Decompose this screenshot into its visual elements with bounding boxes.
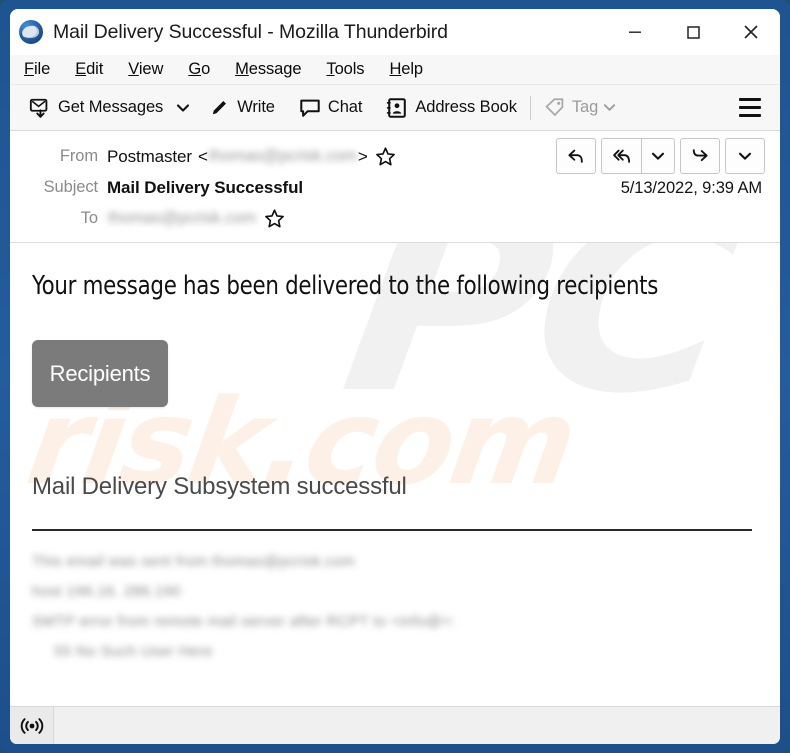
get-messages-dropdown[interactable] — [170, 91, 196, 125]
footer-line: 55 No Such User Here — [54, 643, 213, 660]
menu-view[interactable]: View — [128, 60, 163, 79]
forward-icon — [692, 149, 708, 162]
subject-value: Mail Delivery Successful — [107, 177, 304, 197]
reply-all-button[interactable] — [601, 138, 641, 174]
chat-bubble-icon — [299, 97, 321, 119]
status-bar — [10, 706, 780, 744]
from-display-name: Postmaster — [107, 146, 192, 166]
window-frame: Mail Delivery Successful - Mozilla Thund… — [0, 0, 790, 753]
menu-file[interactable]: File — [24, 60, 50, 79]
toolbar-separator — [529, 95, 531, 120]
from-value: Postmaster < thomas@pcrisk.com > — [107, 146, 396, 167]
chat-label: Chat — [327, 98, 363, 116]
horizontal-rule — [32, 529, 752, 531]
recipients-button[interactable]: Recipients — [32, 340, 168, 407]
more-actions-dropdown[interactable] — [725, 138, 765, 174]
subject-label: Subject — [43, 178, 98, 196]
to-row: To thomas@pcrisk.com — [10, 203, 780, 234]
star-icon[interactable] — [264, 208, 285, 229]
get-messages-icon — [29, 97, 51, 119]
to-value: thomas@pcrisk.com — [107, 208, 285, 229]
close-button[interactable] — [722, 9, 780, 55]
from-angle-open: < — [197, 146, 208, 166]
thunderbird-icon — [18, 19, 44, 45]
main-toolbar: Get Messages Write Chat Address Book Tag — [10, 85, 780, 131]
minimize-button[interactable] — [606, 9, 664, 55]
footer-line: host 196.16. 286.190 — [32, 583, 181, 600]
thunderbird-window: Mail Delivery Successful - Mozilla Thund… — [10, 9, 780, 744]
pencil-icon — [209, 97, 230, 118]
message-body: PC PC risk.com Your message has been del… — [10, 243, 780, 706]
to-address-redacted: thomas@pcrisk.com — [108, 209, 257, 227]
get-messages-button[interactable]: Get Messages — [22, 91, 170, 125]
address-book-button[interactable]: Address Book — [379, 91, 524, 125]
menu-edit[interactable]: Edit — [75, 60, 103, 79]
chevron-down-icon — [603, 104, 615, 111]
from-label: From — [59, 147, 98, 165]
address-book-label: Address Book — [415, 98, 517, 116]
chevron-down-icon — [651, 152, 665, 160]
footer-redacted-text: This email was sent from thomas@pcrisk.c… — [32, 547, 758, 667]
footer-line: This email was sent from thomas@pcrisk.c… — [32, 553, 355, 570]
delivery-heading: Your message has been delivered to the f… — [32, 271, 659, 301]
reply-all-icon — [612, 149, 630, 163]
reply-button[interactable] — [556, 138, 596, 174]
address-book-icon — [386, 97, 408, 119]
message-action-buttons — [551, 138, 765, 174]
to-label: To — [80, 209, 98, 227]
from-address-redacted: thomas@pcrisk.com — [208, 147, 357, 165]
write-button[interactable]: Write — [202, 91, 282, 125]
star-icon[interactable] — [375, 146, 396, 167]
close-icon — [744, 25, 758, 39]
chevron-down-icon — [177, 103, 190, 112]
subsystem-line: Mail Delivery Subsystem successful — [32, 473, 407, 500]
tag-label: Tag — [571, 98, 599, 116]
minimize-icon — [629, 31, 641, 33]
title-bar: Mail Delivery Successful - Mozilla Thund… — [10, 9, 780, 55]
message-date: 5/13/2022, 9:39 AM — [620, 179, 762, 197]
menu-help[interactable]: Help — [389, 60, 423, 79]
from-angle-close: > — [357, 146, 368, 166]
window-controls — [606, 9, 780, 55]
app-menu-icon[interactable] — [732, 91, 768, 125]
menu-go[interactable]: Go — [188, 60, 210, 79]
footer-line: SMTP error from remote mail server after… — [32, 613, 456, 630]
tag-button[interactable]: Tag — [537, 91, 627, 125]
reply-all-dropdown[interactable] — [641, 138, 675, 174]
reply-icon — [568, 149, 583, 163]
menu-message[interactable]: Message — [235, 60, 301, 79]
forward-button[interactable] — [680, 138, 720, 174]
window-title: Mail Delivery Successful - Mozilla Thund… — [53, 20, 448, 43]
tag-dropdown[interactable] — [598, 91, 620, 125]
write-label: Write — [237, 98, 275, 116]
chat-button[interactable]: Chat — [292, 91, 369, 125]
get-messages-label: Get Messages — [58, 98, 164, 116]
chevron-down-icon — [738, 152, 752, 160]
menu-bar: File Edit View Go Message Tools Help — [10, 55, 780, 85]
menu-tools[interactable]: Tools — [326, 60, 364, 79]
broadcast-online-icon[interactable] — [10, 707, 54, 744]
maximize-button[interactable] — [664, 9, 722, 55]
message-header: From Postmaster < thomas@pcrisk.com > Su… — [10, 131, 780, 243]
maximize-icon — [687, 26, 700, 39]
tag-icon — [544, 97, 565, 118]
